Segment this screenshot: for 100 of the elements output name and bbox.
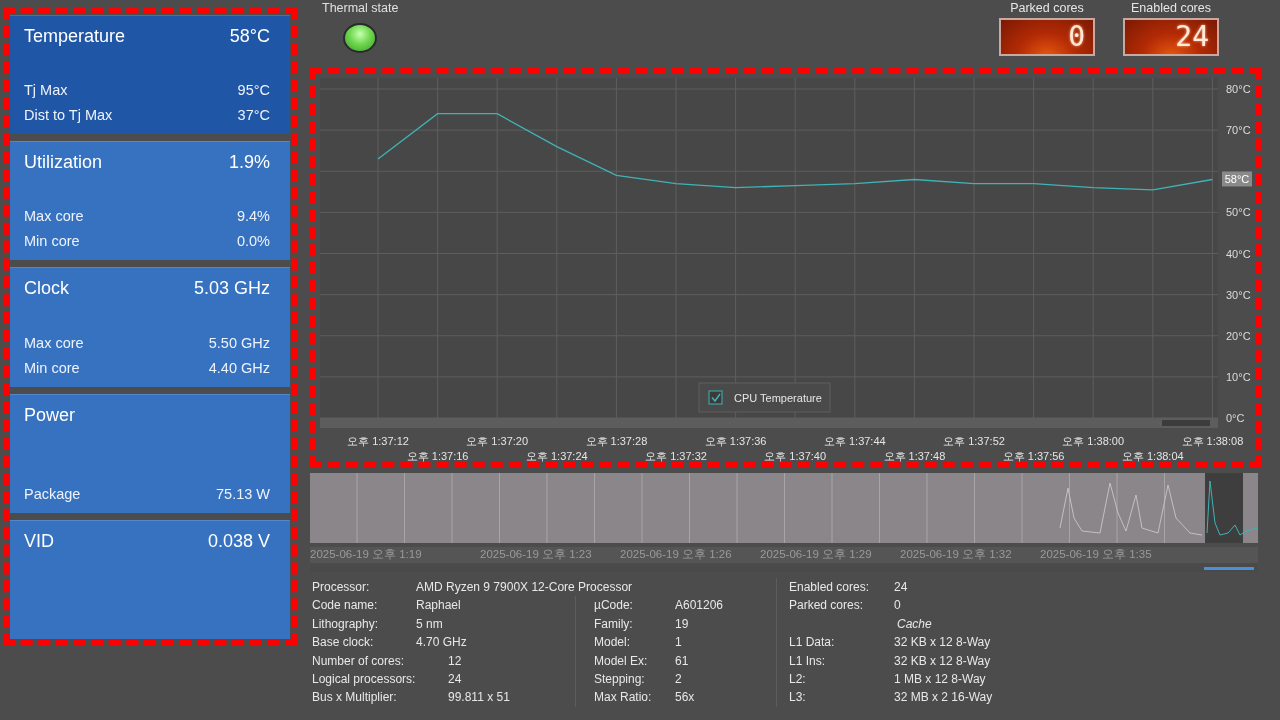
counter-label: Enabled cores: [1131, 1, 1211, 15]
info-label: Family:: [594, 615, 634, 633]
axis-label: 오후 1:37:48: [883, 450, 946, 462]
current-reading: 58°C: [1222, 171, 1252, 187]
axis-label: 오후 1:37:28: [585, 435, 648, 447]
timeline-label: 2025-06-19 오후 1:35: [1040, 547, 1153, 562]
metric-label: Dist to Tj Max: [24, 106, 113, 126]
card-value: 58°C: [229, 26, 270, 47]
axis-label: 70°C: [1226, 124, 1251, 137]
timeline-label: 2025-06-19 오후 1:23: [480, 547, 593, 562]
metric-label: Min core: [24, 232, 80, 252]
axis-label: 오후 1:37:24: [525, 450, 588, 462]
section-heading: Cache: [896, 615, 933, 633]
card-value: 0.038 V: [207, 530, 270, 552]
timeline-label: 2025-06-19 오후 1:19: [310, 547, 423, 562]
info-label: Lithography:: [312, 615, 380, 633]
info-value: 19: [675, 615, 689, 633]
metric-card[interactable]: Temperature 58°C Tj Max 95°C Dist to Tj Max 37°C: [10, 15, 290, 135]
info-label: Enabled cores:: [789, 579, 871, 596]
checkbox[interactable]: [708, 390, 723, 405]
info-value: 56x: [675, 689, 695, 707]
axis-label: 오후 1:37:44: [823, 435, 886, 447]
axis-label: 0°C: [1226, 412, 1245, 424]
info-value: 32 KB x 12 8-Way: [894, 652, 991, 670]
axis-label: 30°C: [1226, 288, 1251, 301]
metric-label: Max core: [24, 333, 84, 353]
metric-card[interactable]: Utilization 1.9% Max core 9.4% Min core 0.0%: [10, 141, 290, 261]
metric-value: 95°C: [237, 81, 270, 101]
info-label: Base clock:: [312, 634, 375, 652]
info-label: Bus x Multiplier:: [312, 689, 398, 707]
info-value: 24: [448, 671, 462, 689]
scrollbar-thumb[interactable]: [1162, 420, 1210, 426]
axis-label: 오후 1:37:56: [1002, 450, 1065, 462]
info-label: Stepping:: [594, 671, 646, 688]
card-value: 5.03 GHz: [193, 278, 270, 300]
overview-sparkline[interactable]: [310, 473, 1258, 543]
info-value: 32 MB x 2 16-Way: [894, 689, 993, 707]
info-value: 1 MB x 12 8-Way: [894, 671, 986, 689]
timeline-label: 2025-06-19 오후 1:32: [900, 547, 1013, 562]
info-label: L1 Ins:: [789, 652, 827, 670]
info-label: Logical processors:: [312, 671, 417, 689]
thermal-state-label: Thermal state: [322, 1, 399, 15]
axis-label: 오후 1:37:32: [645, 450, 707, 462]
metric-card[interactable]: VID 0.038 V: [10, 519, 290, 639]
info-value: A601206: [675, 597, 724, 615]
info-value: 61: [675, 652, 689, 670]
axis-label: 40°C: [1226, 247, 1251, 260]
metric-label: Min core: [24, 358, 80, 378]
digital-readout: 24: [1123, 18, 1219, 56]
timeline-label: 2025-06-19 오후 1:26: [620, 547, 733, 562]
metric-label: Tj Max: [24, 81, 68, 101]
metric-value: 0.0%: [236, 232, 270, 252]
info-value: 12: [448, 652, 462, 670]
info-value: 5 nm: [416, 615, 443, 633]
info-label: Parked cores:: [789, 597, 865, 615]
info-label: Model:: [594, 634, 632, 652]
info-label: µCode:: [594, 597, 634, 615]
axis-label: 오후 1:37:12: [347, 435, 409, 447]
scrollbar-thumb[interactable]: [1204, 567, 1254, 570]
info-value: 0: [894, 597, 901, 615]
axis-label: 10°C: [1226, 370, 1251, 383]
digital-readout: 0: [999, 18, 1095, 56]
metric-card[interactable]: Power Package 75.13 W: [10, 393, 290, 513]
info-value: 99.811 x 51: [448, 689, 510, 707]
metric-card[interactable]: Clock 5.03 GHz Max core 5.50 GHz Min core 4.40 GHz: [10, 267, 290, 387]
axis-label: 80°C: [1226, 83, 1251, 95]
counter-label: Parked cores: [1010, 1, 1084, 15]
card-title: Temperature: [24, 26, 126, 47]
info-value: 24: [894, 579, 908, 596]
card-title: Power: [24, 404, 76, 426]
timeline-label: 2025-06-19 오후 1:29: [760, 547, 873, 562]
info-label: L2:: [789, 671, 807, 689]
axis-label: 오후 1:37:40: [764, 450, 827, 462]
metric-value: 75.13 W: [216, 484, 270, 504]
info-label: Max Ratio:: [594, 689, 653, 707]
axis-label: 오후 1:37:36: [704, 435, 767, 447]
card-title: Utilization: [24, 152, 103, 174]
scrollbar[interactable]: [320, 418, 1218, 428]
metric-value: 37°C: [237, 106, 270, 126]
metric-value: 9.4%: [236, 207, 270, 227]
card-title: Clock: [24, 278, 69, 300]
axis-label: 오후 1:37:52: [943, 435, 1005, 447]
info-label: L1 Data:: [789, 634, 836, 652]
info-value: 2: [675, 671, 682, 688]
info-label: L3:: [789, 689, 807, 707]
axis-label: 오후 1:37:20: [466, 435, 529, 447]
axis-label: 50°C: [1226, 206, 1251, 219]
info-value: 32 KB x 12 8-Way: [894, 634, 991, 652]
info-label: Model Ex:: [594, 652, 649, 670]
metric-label: Package: [24, 484, 81, 504]
info-label: Processor:: [312, 579, 371, 596]
axis-label: 오후 1:38:04: [1121, 450, 1184, 462]
metric-value: 5.50 GHz: [208, 333, 270, 353]
metric-label: Max core: [24, 207, 84, 227]
card-title: VID: [24, 530, 54, 552]
info-value: Raphael: [416, 597, 461, 615]
info-value: 4.70 GHz: [416, 634, 467, 652]
axis-label: 오후 1:38:00: [1062, 435, 1125, 447]
info-label: Code name:: [312, 597, 379, 615]
info-value: AMD Ryzen 9 7900X 12-Core Processor: [416, 579, 633, 596]
